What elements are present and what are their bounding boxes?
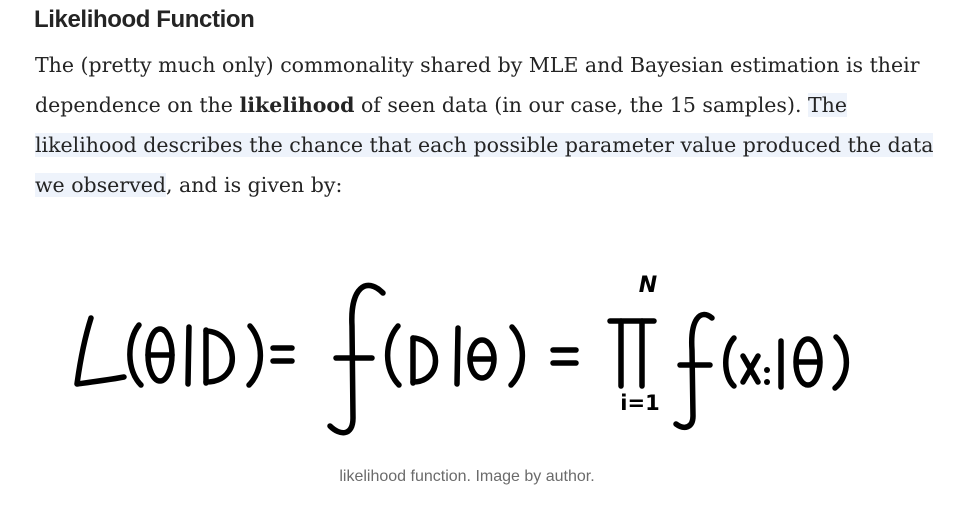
likelihood-formula-drawing: N i=1 bbox=[74, 273, 850, 436]
formula-image: N i=1 bbox=[0, 258, 976, 448]
paragraph-text-3: , and is given by: bbox=[165, 173, 343, 197]
body-paragraph: The (pretty much only) commonality share… bbox=[35, 45, 935, 205]
formula-superscript: N bbox=[639, 273, 657, 298]
paragraph-text-2: of seen data (in our case, the 15 sample… bbox=[354, 93, 808, 117]
section-heading: Likelihood Function bbox=[34, 6, 255, 33]
bold-term-likelihood: likelihood bbox=[239, 93, 355, 117]
formula-subscript: i=1 bbox=[620, 391, 659, 415]
figure-caption: likelihood function. Image by author. bbox=[339, 468, 595, 485]
